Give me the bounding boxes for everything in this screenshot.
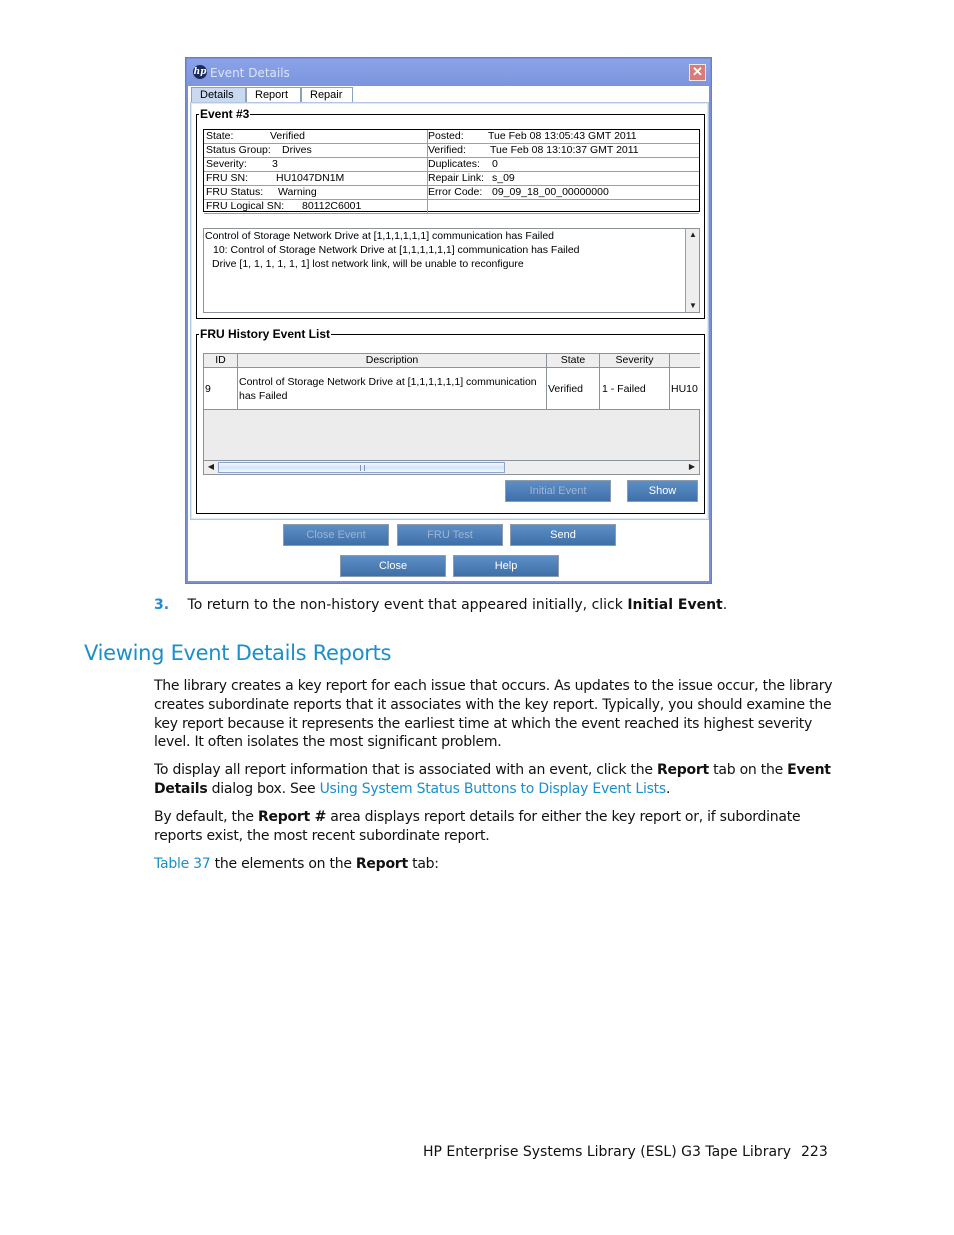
paragraph-2: To display all report information that i… (154, 761, 834, 799)
hp-logo-icon: hp (193, 65, 207, 79)
step-text-end: . (722, 597, 728, 613)
system-status-link[interactable]: Using System Status Buttons to Display E… (320, 781, 667, 797)
send-button[interactable]: Send (510, 524, 616, 546)
text: . (665, 780, 671, 797)
info-value: Tue Feb 08 13:10:37 GMT 2011 (490, 144, 639, 156)
info-value: 09_09_18_00_00000000 (492, 186, 609, 198)
column-header-id[interactable]: ID (204, 354, 238, 368)
bold-text: Report (656, 762, 709, 778)
close-button[interactable]: Close (340, 555, 446, 577)
info-label: Error Code: (428, 186, 483, 198)
show-button[interactable]: Show (627, 480, 698, 502)
info-row: State: Verified Posted: Tue Feb 08 13:05:4… (204, 130, 699, 144)
tab-report[interactable]: Report (246, 87, 301, 102)
info-label: FRU Status: (206, 186, 264, 198)
message-line: Drive [1, 1, 1, 1, 1, 1] lost network li… (212, 258, 524, 270)
text: dialog box. See (207, 780, 320, 797)
info-label: FRU SN: (206, 172, 248, 184)
info-row: FRU SN: HU1047DN1M Repair Link: s_09 (204, 172, 699, 186)
column-header-state[interactable]: State (547, 354, 600, 368)
dialog-title: Event Details (210, 66, 290, 80)
dialog-client: Details Report Repair Event #3 State: Ver… (188, 86, 709, 581)
info-label: Posted: (428, 130, 464, 142)
tab-details[interactable]: Details (191, 87, 246, 102)
title-bar[interactable]: hp Event Details ✕ (187, 59, 710, 86)
table-cell-severity[interactable]: 1 - Failed (600, 368, 670, 410)
grip-icon (360, 465, 365, 471)
step-text: To return to the non-history event that … (187, 597, 628, 613)
table-cell-id[interactable]: 9 (204, 368, 238, 410)
page-number: 223 (801, 1144, 828, 1160)
close-window-button[interactable]: ✕ (689, 64, 706, 81)
info-value: Drives (282, 144, 312, 156)
info-value: 3 (272, 158, 278, 170)
message-line: Control of Storage Network Drive at [1,1… (205, 230, 555, 242)
fru-test-button[interactable]: FRU Test (397, 524, 503, 546)
text: By default, the (154, 809, 258, 825)
bold-text: Report # (257, 809, 327, 825)
info-value: Tue Feb 08 13:05:43 GMT 2011 (488, 130, 637, 142)
info-label: Verified: (428, 144, 466, 156)
table-cell-description[interactable]: Control of Storage Network Drive at [1,1… (238, 368, 547, 410)
scroll-right-icon[interactable]: ▶ (687, 462, 697, 472)
initial-event-button[interactable]: Initial Event (505, 480, 611, 502)
vertical-scrollbar[interactable]: ▲ ▼ (685, 229, 699, 312)
scroll-left-icon[interactable]: ◀ (206, 462, 216, 472)
text: the elements on the (210, 856, 356, 872)
fru-history-title: FRU History Event List (199, 327, 332, 341)
message-line: 10: Control of Storage Network Drive at … (213, 244, 580, 256)
fru-history-group: FRU History Event List ID Description St… (196, 327, 705, 514)
info-value: 0 (492, 158, 498, 170)
info-row: FRU Status: Warning Error Code: 09_09_18_0… (204, 186, 699, 200)
scrollbar-thumb[interactable] (218, 462, 505, 473)
tab-repair[interactable]: Repair (301, 87, 353, 102)
info-label: State: (206, 130, 234, 142)
event-message-box[interactable]: Control of Storage Network Drive at [1,1… (203, 228, 700, 313)
scroll-down-icon[interactable]: ▼ (688, 301, 698, 311)
info-label: Severity: (206, 158, 247, 170)
info-value: Warning (278, 186, 317, 198)
event-details-dialog: hp Event Details ✕ Details Report Repair… (185, 57, 712, 584)
table-cell-extra[interactable]: HU10 (670, 368, 700, 410)
info-label: Repair Link: (428, 172, 485, 184)
step-bold: Initial Event (627, 597, 723, 613)
history-table: ID Description State Severity 9 Control … (203, 353, 700, 475)
footer-title: HP Enterprise Systems Library (ESL) G3 T… (423, 1144, 792, 1160)
table-cell-state[interactable]: Verified (547, 368, 600, 410)
info-value: s_09 (492, 172, 515, 184)
info-label: Duplicates: (428, 158, 480, 170)
section-heading: Viewing Event Details Reports (84, 641, 392, 665)
info-row: Severity: 3 Duplicates: 0 (204, 158, 699, 172)
info-value: Verified (270, 130, 306, 142)
step-3: 3. To return to the non-history event th… (154, 596, 727, 615)
event-info-grid: State: Verified Posted: Tue Feb 08 13:05:4… (203, 129, 700, 214)
event-group-title: Event #3 (199, 107, 251, 121)
column-header-extra[interactable] (670, 354, 700, 368)
details-panel: Event #3 State: Verified Posted: Tue Feb 0… (190, 102, 709, 520)
info-value: 80112C6001 (302, 200, 362, 212)
info-value: HU1047DN1M (276, 172, 345, 184)
info-label: Status Group: (206, 144, 271, 156)
info-label: FRU Logical SN: (206, 200, 285, 212)
event-group: Event #3 State: Verified Posted: Tue Feb 0… (196, 107, 705, 319)
text: To display all report information that i… (154, 762, 657, 778)
table-37-link[interactable]: Table 37 (154, 856, 211, 872)
scroll-up-icon[interactable]: ▲ (688, 230, 698, 240)
paragraph-1: The library creates a key report for eac… (154, 678, 833, 751)
text: tab on the (708, 762, 788, 778)
horizontal-scrollbar[interactable]: ◀ ▶ (204, 460, 699, 474)
info-row: Status Group: Drives Verified: Tue Feb 08 … (204, 144, 699, 158)
column-header-description[interactable]: Description (238, 354, 547, 368)
column-header-severity[interactable]: Severity (600, 354, 670, 368)
close-event-button[interactable]: Close Event (283, 524, 389, 546)
info-row: FRU Logical SN: 80112C6001 (204, 200, 699, 214)
paragraph-4: Table 37 the elements on the Report tab: (154, 855, 834, 874)
step-number: 3. (154, 597, 170, 613)
text: tab: (407, 856, 439, 872)
paragraph-3: By default, the Report # area displays r… (154, 808, 834, 846)
help-button[interactable]: Help (453, 555, 559, 577)
bold-text: Report (355, 856, 408, 872)
